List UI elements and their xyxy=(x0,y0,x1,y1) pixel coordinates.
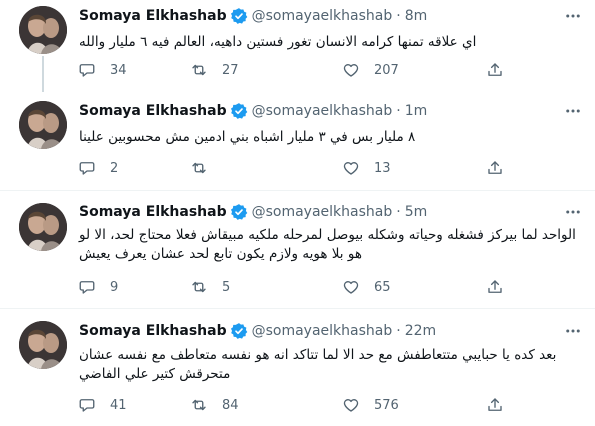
reply-count: 9 xyxy=(110,279,119,295)
tweet[interactable]: Somaya Elkhashab @somayaelkhashab · 5m ا… xyxy=(0,197,595,305)
more-dots-icon[interactable] xyxy=(563,6,583,26)
share-button[interactable] xyxy=(480,158,522,178)
heart-icon xyxy=(343,64,359,77)
retweet-button[interactable] xyxy=(184,158,222,178)
speech-bubble-icon xyxy=(79,64,95,77)
avatar-image xyxy=(19,101,67,149)
like-count: 207 xyxy=(374,62,399,78)
author-name[interactable]: Somaya Elkhashab xyxy=(79,6,227,26)
verified-badge-icon xyxy=(230,203,248,221)
retweet-arrows-icon xyxy=(192,399,206,411)
like-count: 13 xyxy=(374,160,391,176)
tweet-actions: 34 27 207 xyxy=(72,60,512,80)
like-button[interactable]: 576 xyxy=(336,395,399,415)
speech-bubble-icon xyxy=(79,281,95,294)
separator-dot: · xyxy=(396,204,401,220)
reply-count: 2 xyxy=(110,160,119,176)
tweet-time[interactable]: 22m xyxy=(405,321,436,341)
avatar[interactable] xyxy=(19,101,67,149)
reply-count: 41 xyxy=(110,397,127,413)
author-handle[interactable]: @somayaelkhashab xyxy=(252,321,393,341)
share-button[interactable] xyxy=(480,60,522,80)
heart-icon xyxy=(343,162,359,175)
speech-bubble-icon xyxy=(79,162,95,175)
verified-badge-icon xyxy=(230,7,248,25)
tweet-actions: 41 84 576 xyxy=(72,395,512,415)
tweet-header: Somaya Elkhashab @somayaelkhashab · 22m xyxy=(79,321,436,341)
tweet-divider xyxy=(0,308,595,309)
author-name[interactable]: Somaya Elkhashab xyxy=(79,202,227,222)
separator-dot: · xyxy=(396,323,401,339)
share-button[interactable] xyxy=(480,277,522,297)
tweet-header: Somaya Elkhashab @somayaelkhashab · 1m xyxy=(79,101,427,121)
avatar-image xyxy=(19,6,67,54)
like-count: 65 xyxy=(374,279,391,295)
like-count: 576 xyxy=(374,397,399,413)
share-upload-icon xyxy=(488,280,502,293)
tweet[interactable]: Somaya Elkhashab @somayaelkhashab · 22m … xyxy=(0,315,595,426)
reply-count: 34 xyxy=(110,62,127,78)
tweet-divider xyxy=(0,190,595,191)
tweet-actions: 9 5 65 xyxy=(72,277,512,297)
avatar[interactable] xyxy=(19,6,67,54)
like-button[interactable]: 13 xyxy=(336,158,391,178)
author-handle[interactable]: @somayaelkhashab xyxy=(252,6,393,26)
heart-icon xyxy=(343,399,359,412)
author-name[interactable]: Somaya Elkhashab xyxy=(79,101,227,121)
tweet-feed: Somaya Elkhashab @somayaelkhashab · 8m ا… xyxy=(0,0,595,426)
heart-icon xyxy=(343,281,359,294)
avatar-image xyxy=(19,203,67,251)
like-button[interactable]: 207 xyxy=(336,60,399,80)
author-handle[interactable]: @somayaelkhashab xyxy=(252,202,393,222)
reply-button[interactable]: 34 xyxy=(72,60,127,80)
retweet-count: 84 xyxy=(222,397,239,413)
share-upload-icon xyxy=(488,63,502,76)
more-dots-icon[interactable] xyxy=(563,321,583,341)
tweet-text: الواحد لما بيركز فشغله وحياته وشكله بيوص… xyxy=(79,227,576,262)
tweet-header: Somaya Elkhashab @somayaelkhashab · 5m xyxy=(79,202,427,222)
tweet-time[interactable]: 8m xyxy=(405,6,428,26)
tweet-time[interactable]: 5m xyxy=(405,202,428,222)
retweet-button[interactable]: 84 xyxy=(184,395,239,415)
retweet-button[interactable]: 5 xyxy=(184,277,230,297)
verified-badge-icon xyxy=(230,102,248,120)
separator-dot: · xyxy=(396,8,401,24)
tweet-text: ٨ مليار بس في ٣ مليار اشباه بني ادمين مش… xyxy=(79,129,416,145)
speech-bubble-icon xyxy=(79,399,95,412)
reply-button[interactable]: 2 xyxy=(72,158,118,178)
tweet[interactable]: Somaya Elkhashab @somayaelkhashab · 1m ٨… xyxy=(0,95,595,183)
avatar[interactable] xyxy=(19,203,67,251)
tweet-header: Somaya Elkhashab @somayaelkhashab · 8m xyxy=(79,6,427,26)
avatar[interactable] xyxy=(19,321,67,369)
tweet-text: اي علاقه تمنها كرامه الانسان تغور فستين … xyxy=(79,34,477,50)
tweet[interactable]: Somaya Elkhashab @somayaelkhashab · 8m ا… xyxy=(0,0,595,92)
author-name[interactable]: Somaya Elkhashab xyxy=(79,321,227,341)
tweet-text: بعد كده يا حبايبي متتعاطفش مع حد الا لما… xyxy=(79,347,557,382)
verified-badge-icon xyxy=(230,322,248,340)
reply-button[interactable]: 9 xyxy=(72,277,118,297)
thread-line xyxy=(42,56,44,92)
retweet-arrows-icon xyxy=(192,162,206,174)
tweet-time[interactable]: 1m xyxy=(405,101,428,121)
author-handle[interactable]: @somayaelkhashab xyxy=(252,101,393,121)
separator-dot: · xyxy=(396,103,401,119)
retweet-arrows-icon xyxy=(192,64,206,76)
like-button[interactable]: 65 xyxy=(336,277,391,297)
retweet-arrows-icon xyxy=(192,281,206,293)
share-button[interactable] xyxy=(480,395,522,415)
share-upload-icon xyxy=(488,398,502,411)
avatar-image xyxy=(19,321,67,369)
more-dots-icon[interactable] xyxy=(563,101,583,121)
reply-button[interactable]: 41 xyxy=(72,395,127,415)
more-dots-icon[interactable] xyxy=(563,202,583,222)
tweet-actions: 2 13 xyxy=(72,158,512,178)
share-upload-icon xyxy=(488,161,502,174)
retweet-count: 27 xyxy=(222,62,239,78)
retweet-count: 5 xyxy=(222,279,231,295)
retweet-button[interactable]: 27 xyxy=(184,60,239,80)
